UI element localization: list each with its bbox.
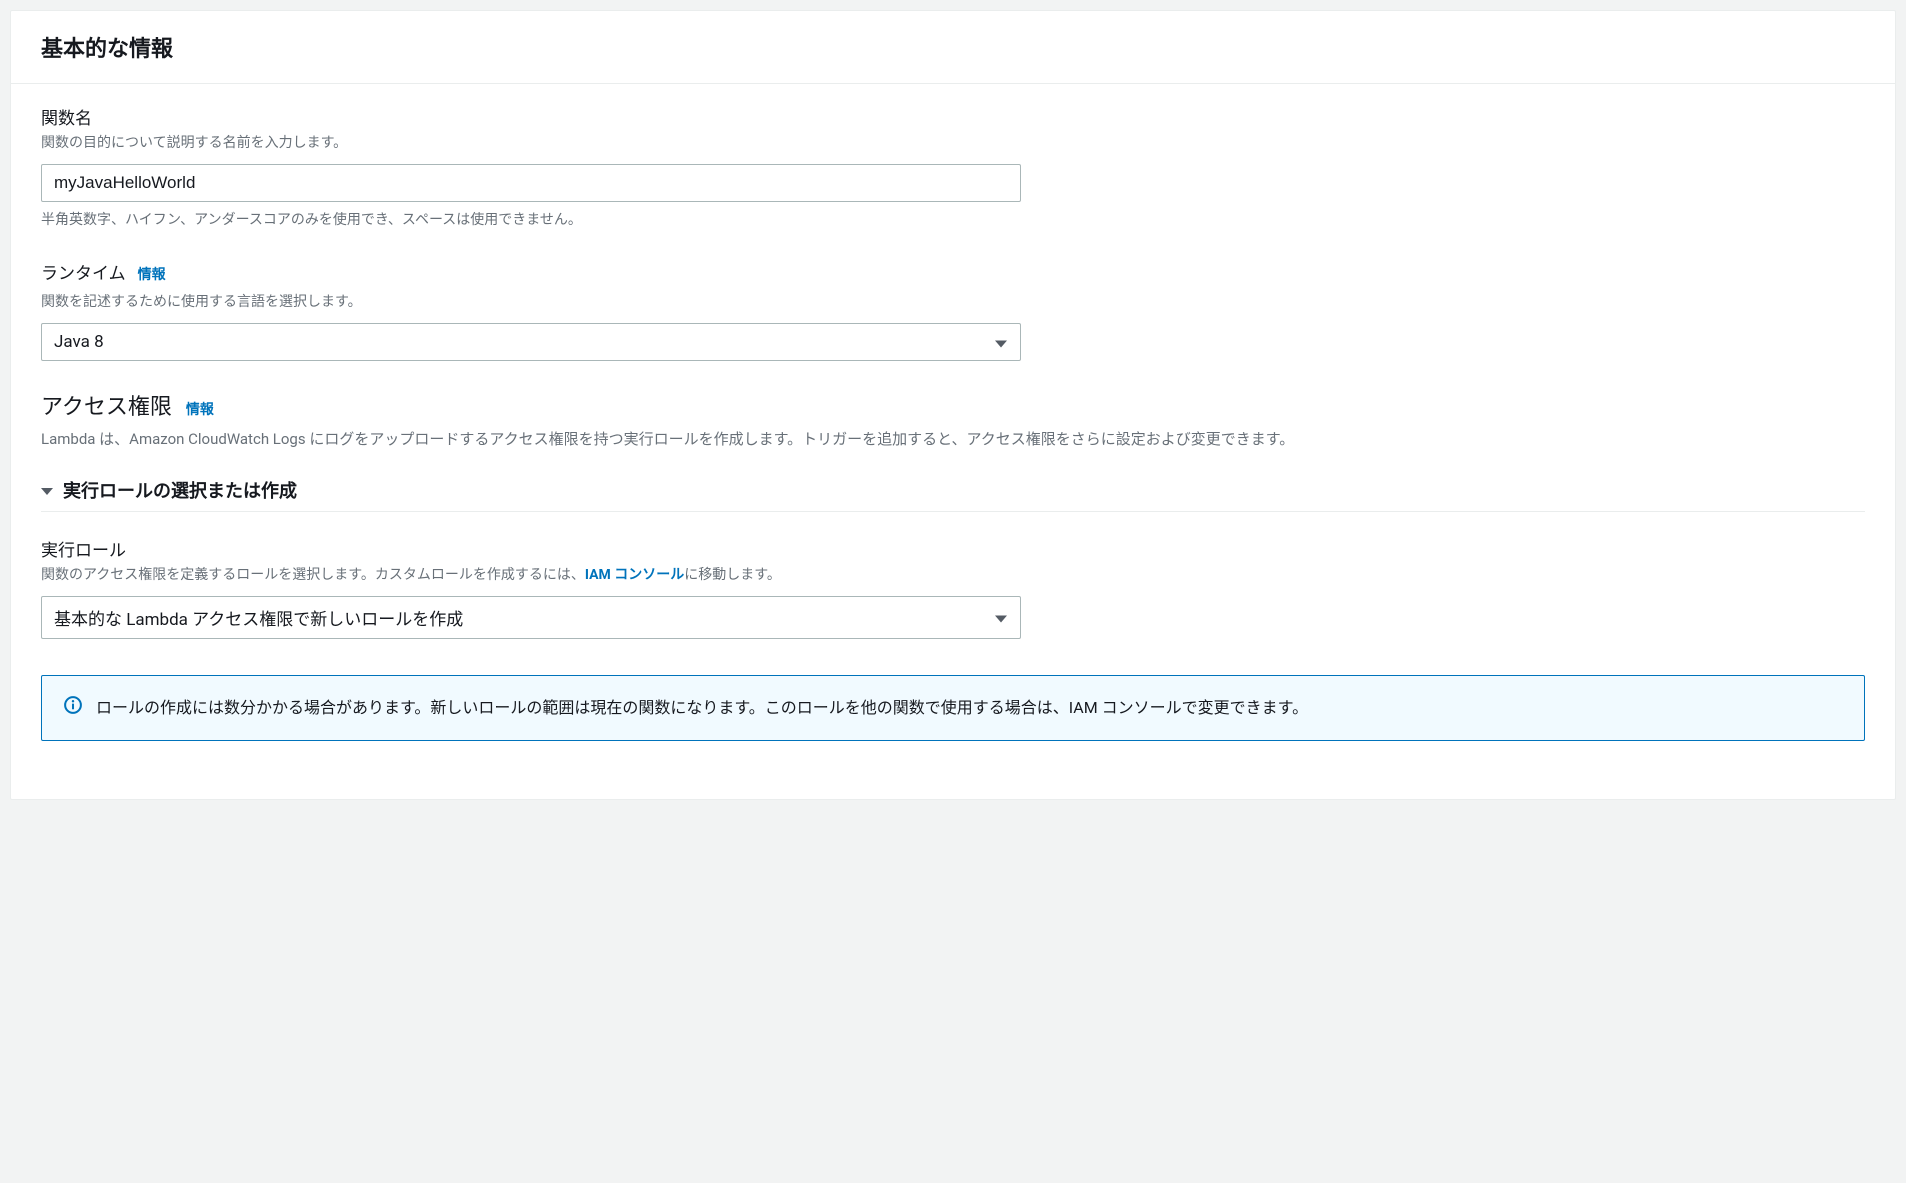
function-name-group: 関数名 関数の目的について説明する名前を入力します。 半角英数字、ハイフン、アン… <box>41 104 1865 231</box>
panel-header: 基本的な情報 <box>11 11 1895 84</box>
runtime-select[interactable]: Java 8 <box>41 323 1021 361</box>
permissions-description: Lambda は、Amazon CloudWatch Logs にログをアップロ… <box>41 427 1865 453</box>
runtime-label: ランタイム <box>41 259 126 284</box>
runtime-description: 関数を記述するために使用する言語を選択します。 <box>41 292 1865 313</box>
function-name-description: 関数の目的について説明する名前を入力します。 <box>41 133 1865 154</box>
runtime-group: ランタイム 情報 関数を記述するために使用する言語を選択します。 Java 8 <box>41 259 1865 361</box>
info-icon <box>64 696 82 723</box>
runtime-info-link[interactable]: 情報 <box>138 264 166 284</box>
permissions-info-link[interactable]: 情報 <box>186 399 214 419</box>
basic-info-panel: 基本的な情報 関数名 関数の目的について説明する名前を入力します。 半角英数字、… <box>10 10 1896 800</box>
permissions-title: アクセス権限 <box>41 389 172 421</box>
iam-console-link[interactable]: IAM コンソール <box>585 567 684 583</box>
expander-label: 実行ロールの選択または作成 <box>63 477 297 503</box>
execution-role-description: 関数のアクセス権限を定義するロールを選択します。カスタムロールを作成するには、I… <box>41 565 1865 586</box>
function-name-input[interactable] <box>41 164 1021 202</box>
execution-role-desc-suffix: に移動します。 <box>684 567 781 583</box>
execution-role-select-wrapper: 基本的な Lambda アクセス権限で新しいロールを作成 <box>41 596 1021 639</box>
caret-down-icon <box>41 480 53 499</box>
execution-role-select[interactable]: 基本的な Lambda アクセス権限で新しいロールを作成 <box>41 596 1021 639</box>
permissions-section: アクセス権限 情報 Lambda は、Amazon CloudWatch Log… <box>41 389 1865 741</box>
execution-role-expander[interactable]: 実行ロールの選択または作成 <box>41 469 1865 512</box>
function-name-hint: 半角英数字、ハイフン、アンダースコアのみを使用でき、スペースは使用できません。 <box>41 210 1865 231</box>
function-name-label: 関数名 <box>41 104 92 129</box>
execution-role-desc-prefix: 関数のアクセス権限を定義するロールを選択します。カスタムロールを作成するには、 <box>41 567 585 583</box>
execution-role-label: 実行ロール <box>41 536 126 561</box>
panel-title: 基本的な情報 <box>41 31 1865 63</box>
role-creation-info-box: ロールの作成には数分かかる場合があります。新しいロールの範囲は現在の関数になりま… <box>41 675 1865 742</box>
panel-content: 関数名 関数の目的について説明する名前を入力します。 半角英数字、ハイフン、アン… <box>11 84 1895 799</box>
execution-role-group: 実行ロール 関数のアクセス権限を定義するロールを選択します。カスタムロールを作成… <box>41 536 1865 639</box>
info-box-text: ロールの作成には数分かかる場合があります。新しいロールの範囲は現在の関数になりま… <box>96 694 1308 723</box>
runtime-select-wrapper: Java 8 <box>41 323 1021 361</box>
